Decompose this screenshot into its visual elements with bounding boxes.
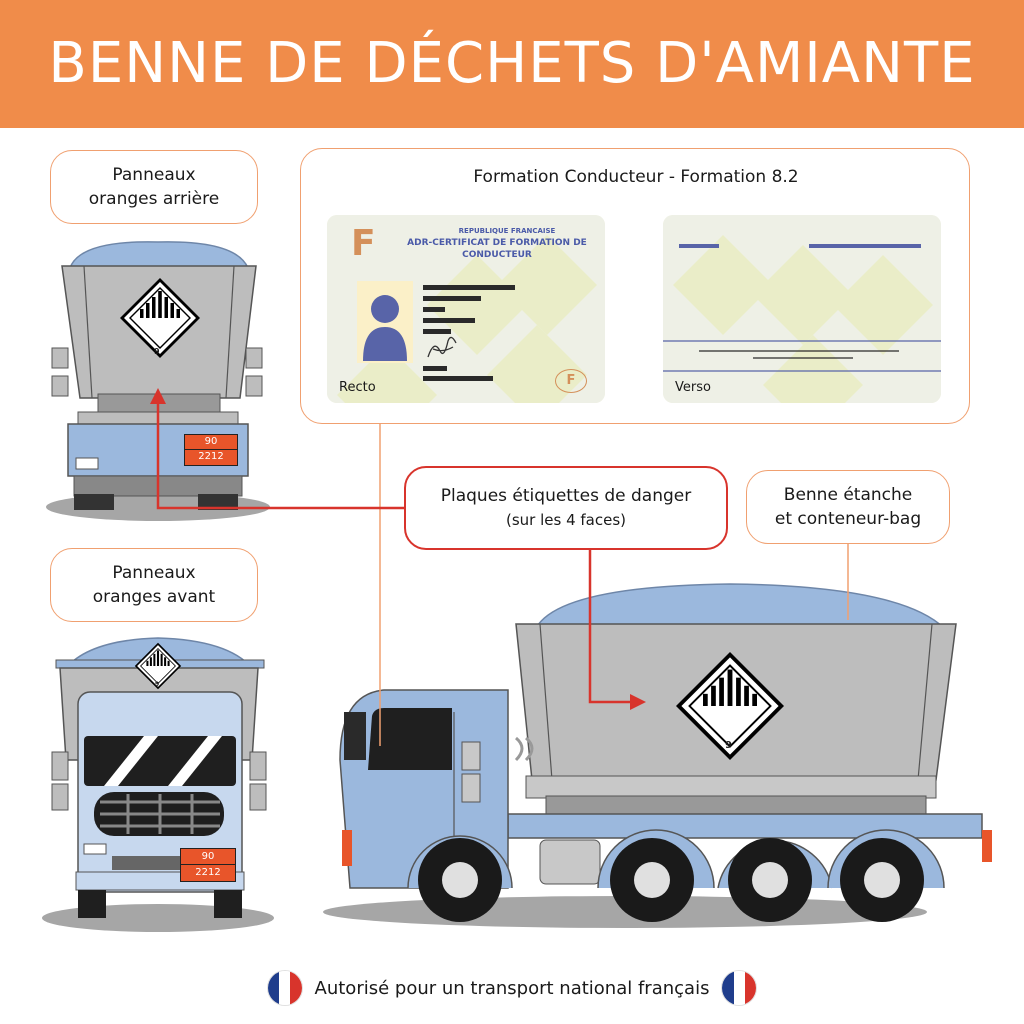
label-front-line1: Panneaux <box>112 563 196 583</box>
card-recto-emblem: F <box>555 369 587 393</box>
french-flag-icon <box>721 970 758 1006</box>
side-hazard-number: 9 <box>725 740 732 751</box>
label-benne-line1: Benne étanche <box>783 485 913 505</box>
rear-plate-bottom: 2212 <box>198 451 224 462</box>
label-benne: Benne étanche et conteneur-bag <box>746 470 950 544</box>
card-verso-pattern <box>663 215 941 403</box>
card-verso: Verso <box>663 215 941 403</box>
rear-bag <box>68 241 250 269</box>
side-wheels <box>407 829 945 922</box>
card-recto-side: Recto <box>339 380 376 395</box>
front-plate-top: 90 <box>181 849 235 865</box>
side-chassis <box>507 813 983 839</box>
card-recto-letter: F <box>351 223 376 264</box>
label-rear-panels: Panneaux oranges arrière <box>50 150 258 224</box>
label-rear-line2: oranges arrière <box>88 189 220 209</box>
card-recto-republic: REPUBLIQUE FRANCAISE <box>458 227 556 235</box>
label-front-line2: oranges avant <box>92 587 216 607</box>
label-benne-line2: et conteneur-bag <box>774 509 922 529</box>
person-icon <box>363 295 407 361</box>
footer-text: Autorisé pour un transport national fran… <box>314 977 710 999</box>
rear-hazard-number: 9 <box>154 347 160 356</box>
front-hazard-number: 9 <box>155 681 160 688</box>
french-flag-icon <box>266 970 303 1006</box>
formation-panel: Formation Conducteur - Formation 8.2 F R… <box>300 148 970 424</box>
formation-title: Formation Conducteur - Formation 8.2 <box>473 167 799 187</box>
label-danger-main: Plaques étiquettes de danger <box>440 486 692 506</box>
front-orange-plate: 90 2212 <box>180 848 236 882</box>
label-danger-sub: (sur les 4 faces) <box>505 511 626 529</box>
card-recto-certificate: ADR-CERTIFICAT DE FORMATION DE CONDUCTEU… <box>407 238 587 260</box>
label-front-panels: Panneaux oranges avant <box>50 548 258 622</box>
card-photo <box>357 281 413 363</box>
label-danger-plates: Plaques étiquettes de danger (sur les 4 … <box>404 466 728 550</box>
label-rear-line1: Panneaux <box>112 165 196 185</box>
footer: Autorisé pour un transport national fran… <box>0 966 1024 1010</box>
signature-icon <box>427 336 457 358</box>
card-verso-side: Verso <box>675 380 711 395</box>
rear-orange-plate: 90 2212 <box>184 434 238 466</box>
rear-plate-top: 90 <box>185 435 237 450</box>
card-recto: F REPUBLIQUE FRANCAISE ADR-CERTIFICAT DE… <box>327 215 605 403</box>
front-plate-bottom: 2212 <box>195 867 221 878</box>
side-bag <box>534 583 946 629</box>
